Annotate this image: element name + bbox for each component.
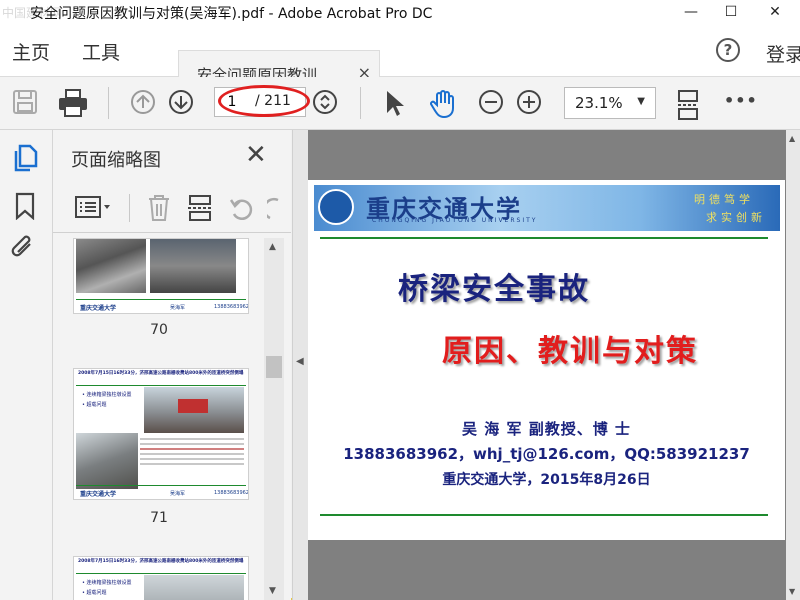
- toolbar-separator: [108, 87, 109, 119]
- hand-tool-icon[interactable]: [428, 89, 458, 119]
- toolbar: / 211 23.1% ▼ •••: [0, 77, 800, 130]
- save-icon[interactable]: [12, 89, 38, 115]
- menu-bar: 主页 工具 安全问题原因教训... ×: [0, 24, 800, 96]
- attachment-icon[interactable]: [10, 234, 38, 262]
- thumbnail-headline: 2008年7月15日16时33分，济邢高速公路南栅收费站800米外的匝道桥突然倒…: [78, 371, 244, 376]
- close-panel-icon[interactable]: ✕: [245, 140, 267, 170]
- more-tools-icon[interactable]: •••: [724, 91, 758, 110]
- thumbnail-rule: [76, 485, 246, 486]
- page-down-icon[interactable]: [168, 89, 194, 115]
- thumbnail-bullet: • 连续箱梁独柱墩设置: [82, 392, 132, 398]
- thumbnail-panel: 页面缩略图 ✕ 重庆交通大学 吴海军 13883683962 70 2008年7…: [53, 130, 291, 600]
- login-button[interactable]: 登录: [766, 40, 800, 67]
- toolbar-separator: [129, 194, 130, 222]
- thumbnail-headline: 2008年7月15日16时33分，济邢高速公路南栅收费站800米外的匝道桥突然倒…: [78, 559, 244, 564]
- zoom-out-icon[interactable]: [478, 89, 504, 115]
- green-rule-bottom: [320, 514, 768, 516]
- scroll-down-icon[interactable]: ▼: [789, 587, 795, 596]
- thumbnail-rule: [76, 299, 246, 300]
- author-line: 吴 海 军 副教授、博 士: [462, 420, 631, 438]
- minimize-button[interactable]: —: [676, 2, 706, 22]
- thumbnail-page-70[interactable]: 重庆交通大学 吴海军 13883683962: [73, 238, 249, 314]
- contact-line: 13883683962，whj_tj@126.com，QQ:583921237: [343, 445, 750, 463]
- rotate-left-icon[interactable]: [229, 196, 255, 222]
- thumbnail-bullet: • 超载问题: [82, 590, 107, 596]
- bookmark-icon[interactable]: [14, 192, 36, 220]
- thumbnail-scrollbar[interactable]: ▲ ▼: [264, 238, 284, 600]
- thumbnail-footer-mid: 吴海军: [170, 305, 186, 311]
- thumbnail-page-number: 70: [150, 322, 168, 338]
- page-up-icon[interactable]: [130, 89, 156, 115]
- slide-title-2: 原因、教训与对策: [442, 334, 698, 369]
- thumbnail-footer-left: 重庆交通大学: [80, 305, 117, 312]
- thumbnail-photo: [150, 239, 236, 293]
- thumbnail-tools: [53, 182, 291, 233]
- thumbnail-page-number: 71: [150, 510, 168, 526]
- document-page: 重庆交通大学 CHONGQING JIAOTONG UNIVERSITY 明德笃…: [308, 180, 785, 540]
- banner-motto-2: 求实创新: [706, 211, 766, 224]
- print-icon[interactable]: [58, 89, 88, 117]
- affiliation-line: 重庆交通大学，2015年8月26日: [442, 472, 651, 488]
- thumbnail-footer-right: 13883683962: [214, 490, 249, 496]
- maximize-button[interactable]: ☐: [716, 2, 746, 22]
- thumbnail-text-block: [140, 435, 244, 477]
- chevron-left-icon[interactable]: ◀: [296, 356, 304, 367]
- thumbnail-rule: [76, 573, 246, 574]
- document-area: 重庆交通大学 CHONGQING JIAOTONG UNIVERSITY 明德笃…: [308, 130, 788, 600]
- toolbar-separator: [360, 87, 361, 119]
- page-nav-icon[interactable]: [312, 89, 338, 115]
- scroll-up-icon[interactable]: ▲: [269, 242, 276, 252]
- thumbnail-photo: [76, 433, 138, 489]
- thumbnail-list: 重庆交通大学 吴海军 13883683962 70 2008年7月15日16时3…: [53, 238, 265, 600]
- chevron-down-icon: ▼: [637, 96, 645, 107]
- title-bar: 中国建材网 安全问题原因教训与对策(吴海军).pdf - Adobe Acrob…: [0, 0, 800, 24]
- thumbnail-photo: [76, 239, 146, 293]
- options-icon[interactable]: [75, 196, 113, 218]
- thumbnail-panel-title: 页面缩略图: [71, 150, 161, 171]
- menu-home[interactable]: 主页: [12, 38, 50, 65]
- rotate-right-icon[interactable]: [267, 196, 279, 222]
- scroll-up-icon[interactable]: ▲: [789, 134, 795, 143]
- thumbnail-bullet: • 连续箱梁独柱墩设置: [82, 580, 132, 586]
- fit-page-icon[interactable]: [676, 89, 700, 121]
- scrollbar-thumb[interactable]: [266, 356, 282, 378]
- close-window-button[interactable]: ✕: [760, 2, 790, 22]
- document-scrollbar[interactable]: ▲ ▼: [786, 130, 800, 600]
- thumbnail-bullet: • 超载问题: [82, 402, 107, 408]
- thumbnail-photo: [144, 575, 244, 600]
- menu-tools[interactable]: 工具: [82, 38, 120, 65]
- zoom-value: 23.1%: [575, 94, 623, 112]
- thumbnail-footer-right: 13883683962: [214, 304, 249, 310]
- green-rule-top: [320, 237, 768, 239]
- thumbnail-footer-mid: 吴海军: [170, 491, 186, 497]
- thumbnail-photo-detail: [178, 399, 208, 413]
- extract-page-icon[interactable]: [187, 194, 213, 222]
- zoom-in-icon[interactable]: [516, 89, 542, 115]
- thumbnail-page-71[interactable]: 2008年7月15日16时33分，济邢高速公路南栅收费站800米外的匝道桥突然倒…: [73, 368, 249, 500]
- delete-icon[interactable]: [147, 194, 171, 222]
- slide-title-1: 桥梁安全事故: [398, 272, 590, 307]
- university-seal: [318, 189, 354, 225]
- thumbnail-footer-left: 重庆交通大学: [80, 491, 117, 498]
- window-title: 安全问题原因教训与对策(吴海军).pdf - Adobe Acrobat Pro…: [30, 6, 433, 22]
- thumbnail-rule: [76, 385, 246, 386]
- help-icon[interactable]: ?: [716, 38, 740, 62]
- banner-university-name-en: CHONGQING JIAOTONG UNIVERSITY: [372, 217, 538, 224]
- annotation-oval: [218, 85, 310, 117]
- zoom-select[interactable]: 23.1% ▼: [564, 87, 656, 119]
- banner-motto-1: 明德笃学: [694, 193, 754, 206]
- university-banner: 重庆交通大学 CHONGQING JIAOTONG UNIVERSITY 明德笃…: [314, 185, 780, 231]
- page-thumbnails-icon[interactable]: [12, 144, 38, 172]
- select-arrow-icon[interactable]: [384, 89, 406, 117]
- left-rail: [0, 130, 53, 600]
- thumbnail-page-72[interactable]: 2008年7月15日16时33分，济邢高速公路南栅收费站800米外的匝道桥突然倒…: [73, 556, 249, 600]
- scroll-down-icon[interactable]: ▼: [269, 586, 276, 596]
- collapse-panel-handle[interactable]: ◀: [292, 130, 309, 600]
